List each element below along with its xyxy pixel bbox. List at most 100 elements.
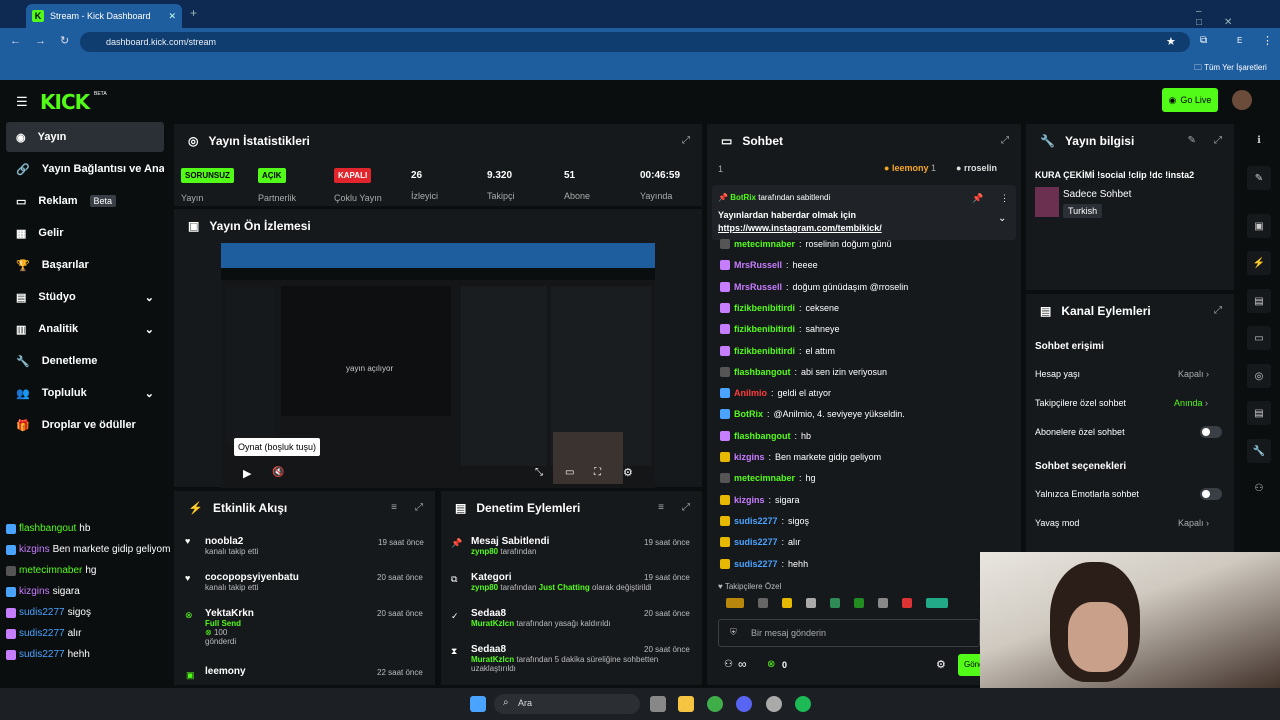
file-explorer-icon[interactable] bbox=[678, 696, 694, 712]
chat-message[interactable]: MrsRussell: doğum günüdaşım @rroselin bbox=[720, 281, 908, 292]
new-tab-icon[interactable]: + bbox=[190, 6, 197, 20]
sidebar-item-topluluk[interactable]: 👥 Topluluk ⌄ bbox=[6, 378, 164, 408]
chrome-icon[interactable] bbox=[707, 696, 723, 712]
stats-icon[interactable]: ◎ bbox=[1247, 364, 1271, 388]
sidebar-item-basarilar[interactable]: 🏆 Başarılar bbox=[6, 250, 164, 280]
expand-icon[interactable]: ⤢ bbox=[682, 135, 690, 146]
window-controls[interactable]: –□✕ bbox=[1196, 6, 1280, 28]
chat-settings-gear-icon[interactable]: ⚙ bbox=[936, 658, 946, 671]
chat-message[interactable]: MrsRussell: heeee bbox=[720, 260, 818, 271]
spotify-icon[interactable] bbox=[795, 696, 811, 712]
chat-message[interactable]: BotRix: @Anilmio, 4. seviyeye yükseldin. bbox=[720, 409, 905, 420]
sidebar-item-reklam[interactable]: ▭ Reklam Beta bbox=[6, 186, 164, 216]
account-age-value[interactable]: Kapalı › bbox=[1178, 369, 1209, 379]
chat-message[interactable]: metecimnaber: hg bbox=[720, 473, 816, 484]
lightning-icon[interactable]: ⚡ bbox=[1247, 251, 1271, 275]
top-gifter-2[interactable]: ● rroselin bbox=[956, 163, 997, 173]
sidebar-item-studyo[interactable]: ▤ Stüdyo ⌄ bbox=[6, 282, 164, 312]
chat-message[interactable]: metecimnaber: roselinin doğum günü bbox=[720, 239, 892, 249]
send-button[interactable]: Gönder bbox=[958, 654, 980, 676]
chat-username[interactable]: BotRix bbox=[734, 409, 763, 419]
chat-message[interactable]: Anilmio: geldi el atıyor bbox=[720, 388, 831, 399]
expand-icon[interactable]: ⤢ bbox=[1001, 135, 1009, 146]
settings-gear-icon[interactable]: ⚙ bbox=[623, 466, 633, 479]
wrench-icon[interactable]: 🔧 bbox=[1247, 439, 1271, 463]
chat-username[interactable]: sudis2277 bbox=[734, 537, 778, 547]
task-view-icon[interactable] bbox=[650, 696, 666, 712]
nav-buttons[interactable]: ←→↻ bbox=[10, 34, 83, 47]
chat-message[interactable]: kizgins: sigara bbox=[720, 494, 800, 505]
preview-toggle-icon[interactable]: ▣ bbox=[1247, 214, 1271, 238]
chat-icon[interactable]: ▭ bbox=[1247, 326, 1271, 350]
emote-only-toggle[interactable] bbox=[1200, 488, 1222, 500]
chat-message[interactable]: fizikbenibitirdi: ceksene bbox=[720, 302, 839, 313]
pip-icon[interactable]: ⤡ bbox=[535, 467, 543, 478]
bookmark-star-icon[interactable]: ★ bbox=[1166, 35, 1176, 48]
chat-username[interactable]: metecimnaber bbox=[734, 473, 795, 483]
mute-icon[interactable]: 🔇 bbox=[272, 467, 284, 478]
more-icon[interactable]: ⋮ bbox=[1000, 193, 1009, 204]
taskbar-search[interactable]: Ara bbox=[494, 694, 640, 714]
chat-message[interactable]: kizgins: Ben markete gidip geliyom bbox=[720, 452, 881, 462]
profile-avatar[interactable]: E bbox=[1237, 36, 1242, 45]
chat-message[interactable]: sudis2277: alır bbox=[720, 537, 801, 548]
chat-input[interactable]: Bir mesaj gönderin bbox=[718, 619, 980, 647]
sidebar-item-gelir[interactable]: ▦ Gelir bbox=[6, 218, 164, 248]
chat-message[interactable]: fizikbenibitirdi: sahneye bbox=[720, 324, 840, 335]
chat-username[interactable]: MrsRussell bbox=[734, 260, 782, 270]
theater-icon[interactable]: ▭ bbox=[565, 467, 574, 478]
go-live-button[interactable]: ◉ Go Live bbox=[1162, 88, 1218, 112]
sidebar-item-droplar[interactable]: 🎁 Droplar ve ödüller bbox=[6, 410, 164, 440]
edit-icon[interactable]: ✎ bbox=[1188, 135, 1196, 146]
filter-icon[interactable]: ≡ bbox=[391, 502, 397, 513]
sidebar-item-analitik[interactable]: ▥ Analitik ⌄ bbox=[6, 314, 164, 344]
chat-message[interactable]: sudis2277: hehh bbox=[720, 558, 808, 569]
url-input[interactable]: dashboard.kick.com/stream bbox=[80, 32, 1190, 52]
subscribers-only-toggle[interactable] bbox=[1200, 426, 1222, 438]
chat-username[interactable]: Anilmio bbox=[734, 388, 767, 398]
obs-icon[interactable] bbox=[766, 696, 782, 712]
sidebar-item-yayin[interactable]: ◉ Yayın bbox=[6, 122, 164, 152]
chat-message[interactable]: fizikbenibitirdi: el attım bbox=[720, 345, 835, 356]
sidebar-item-denetleme[interactable]: 🔧 Denetleme bbox=[6, 346, 164, 376]
slow-mode-value[interactable]: Kapalı › bbox=[1178, 518, 1209, 528]
info-icon[interactable]: ℹ bbox=[1247, 128, 1271, 152]
play-icon[interactable]: ▶ bbox=[243, 467, 251, 480]
chat-username[interactable]: fizikbenibitirdi bbox=[734, 303, 795, 313]
chat-message[interactable]: flashbangout: abi sen izin veriyosun bbox=[720, 366, 887, 377]
browser-tab[interactable]: K Stream - Kick Dashboard ✕ bbox=[26, 4, 182, 28]
chat-username[interactable]: fizikbenibitirdi bbox=[734, 324, 795, 334]
windows-start-icon[interactable] bbox=[470, 696, 486, 712]
fullscreen-icon[interactable]: ⛶ bbox=[594, 467, 601, 478]
community-icon[interactable]: ⚇ bbox=[1247, 476, 1271, 500]
pinned-link[interactable]: https://www.instagram.com/tembikick/ bbox=[718, 223, 882, 233]
chat-username[interactable]: metecimnaber bbox=[734, 239, 795, 249]
unpin-icon[interactable]: 📌 bbox=[972, 193, 983, 204]
hamburger-menu-icon[interactable]: ☰ bbox=[16, 94, 28, 110]
category-name[interactable]: Sadece Sohbet bbox=[1063, 189, 1131, 200]
all-bookmarks[interactable]: 🗀 Tüm Yer İşaretleri bbox=[1194, 62, 1267, 76]
discord-icon[interactable] bbox=[736, 696, 752, 712]
chat-username[interactable]: MrsRussell bbox=[734, 282, 782, 292]
chat-username[interactable]: kizgins bbox=[734, 495, 765, 505]
followers-only-chat-value[interactable]: Anında › bbox=[1174, 398, 1208, 408]
expand-icon[interactable]: ⤢ bbox=[682, 502, 690, 513]
emote-bar[interactable] bbox=[726, 598, 976, 612]
close-tab-icon[interactable]: ✕ bbox=[168, 11, 176, 22]
filter-icon[interactable]: ≡ bbox=[658, 502, 664, 513]
browser-menu-icon[interactable]: ⋮ bbox=[1262, 34, 1273, 47]
channel-icon[interactable]: ▤ bbox=[1247, 401, 1271, 425]
chat-username[interactable]: flashbangout bbox=[734, 431, 791, 441]
chat-message[interactable]: flashbangout: hb bbox=[720, 430, 811, 441]
list-icon[interactable]: ▤ bbox=[1247, 289, 1271, 313]
user-avatar[interactable] bbox=[1232, 90, 1252, 110]
chat-message[interactable]: sudis2277: sigoş bbox=[720, 515, 809, 526]
expand-icon[interactable]: ⤢ bbox=[415, 502, 423, 513]
sidebar-item-stream-key[interactable]: 🔗Yayın Bağlantısı ve Anahtarı bbox=[6, 154, 164, 184]
community-icon[interactable]: ⚇ bbox=[724, 659, 733, 670]
extensions-icon[interactable]: ⧉ bbox=[1200, 35, 1207, 46]
top-gifter-1[interactable]: ● leemony 1 bbox=[884, 163, 936, 173]
chevron-down-icon[interactable]: ⌄ bbox=[998, 213, 1006, 224]
chat-username[interactable]: sudis2277 bbox=[734, 559, 778, 569]
chat-username[interactable]: fizikbenibitirdi bbox=[734, 346, 795, 356]
